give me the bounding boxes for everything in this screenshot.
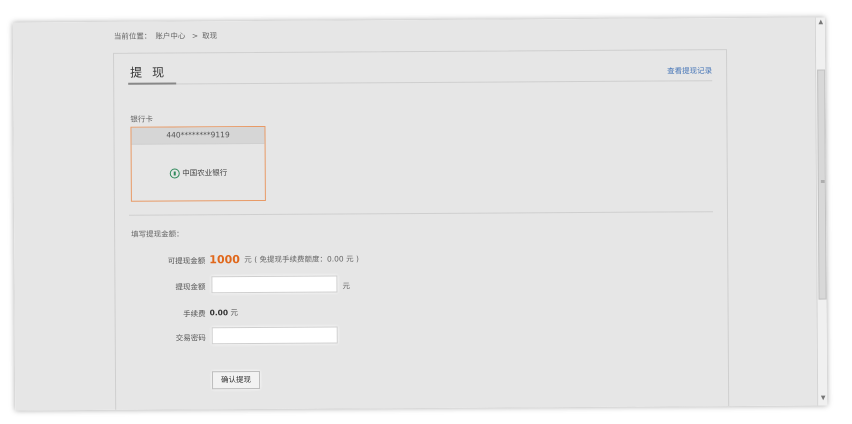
withdraw-history-link[interactable]: 查看提现记录	[667, 65, 712, 76]
available-amount-unit: 元	[244, 255, 252, 265]
confirm-withdraw-button[interactable]: 确认提现	[211, 370, 261, 390]
bank-card-section-label: 银行卡	[130, 114, 153, 124]
fee-label: 手续费	[183, 309, 206, 319]
scroll-grip-icon: ≡	[820, 178, 826, 186]
page-title: 提现	[130, 65, 175, 80]
fee-display: 0.00 元	[210, 307, 238, 318]
title-divider	[128, 80, 713, 85]
title-underline	[128, 82, 177, 85]
breadcrumb: 当前位置： 账户中心 > 取现	[114, 30, 221, 42]
scroll-down-arrow-icon[interactable]: ▼	[818, 394, 827, 404]
section-divider	[128, 211, 713, 216]
trade-password-label: 交易密码	[175, 333, 206, 343]
bank-card-body: 中国农业银行	[132, 167, 265, 179]
scrollbar-thumb[interactable]: ≡	[817, 69, 827, 300]
available-amount-line: 1000 元 ( 免提现手续费额度：0.00 元 )	[209, 252, 359, 266]
bank-card-number: 440********9119	[131, 126, 265, 145]
breadcrumb-current: 取现	[202, 31, 218, 41]
agricultural-bank-logo-icon	[169, 168, 180, 179]
fee-value: 0.00	[209, 308, 229, 318]
trade-password-input[interactable]	[211, 326, 338, 345]
withdraw-amount-unit: 元	[342, 281, 350, 291]
available-amount-label: 可提现金额	[167, 256, 206, 266]
available-amount-value: 1000	[209, 253, 240, 267]
page-content: 当前位置： 账户中心 > 取现 提现 查看提现记录 银行卡 440********9…	[12, 17, 818, 411]
bank-name: 中国农业银行	[182, 168, 228, 178]
fee-free-quota-note: ( 免提现手续费额度：0.00 元 )	[254, 254, 359, 265]
scroll-up-arrow-icon[interactable]: ▲	[816, 18, 826, 28]
breadcrumb-label: 当前位置：	[113, 31, 152, 41]
withdraw-amount-label: 提现金额	[175, 282, 206, 292]
withdraw-panel: 提现 查看提现记录 银行卡 440********9119 中国农业银行 填写提…	[113, 49, 730, 411]
browser-window: 当前位置： 账户中心 > 取现 提现 查看提现记录 银行卡 440********9…	[12, 17, 828, 411]
amount-section-label: 填写提现金额：	[131, 229, 184, 239]
vertical-scrollbar[interactable]: ▲ ≡ ▼	[814, 17, 828, 406]
withdraw-amount-input[interactable]	[211, 275, 338, 294]
bank-card[interactable]: 440********9119 中国农业银行	[130, 125, 266, 202]
breadcrumb-separator: >	[191, 31, 199, 41]
breadcrumb-account-center[interactable]: 账户中心	[155, 31, 185, 40]
fee-unit: 元	[230, 308, 239, 318]
